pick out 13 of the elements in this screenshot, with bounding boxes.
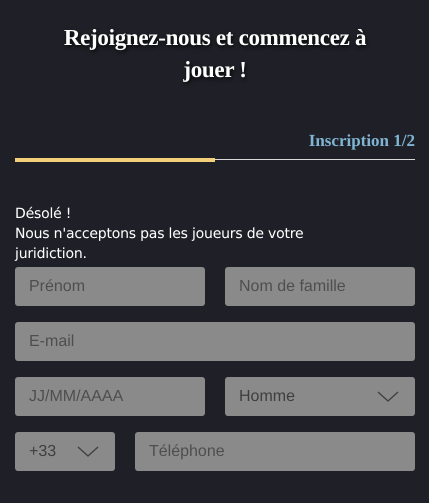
error-heading: Désolé !	[15, 205, 72, 224]
page-title: Rejoignez-nous et commencez à jouer !	[62, 24, 368, 84]
dropdown[interactable]: Homme	[225, 377, 415, 416]
step-label: Inscription 1/2	[308, 130, 415, 152]
chevron-down-icon	[77, 446, 99, 458]
input-field[interactable]: Prénom	[15, 267, 205, 306]
chevron-down-icon	[377, 390, 399, 402]
input-field[interactable]: E-mail	[15, 322, 415, 361]
dropdown[interactable]: +33	[15, 432, 115, 471]
error-message: Nous n'acceptons pas les joueurs de votre juridiction.	[15, 225, 304, 264]
input-field[interactable]: Nom de famille	[225, 267, 415, 306]
input-field[interactable]: Téléphone	[135, 432, 415, 471]
input-field[interactable]: JJ/MM/AAAA	[15, 377, 205, 416]
